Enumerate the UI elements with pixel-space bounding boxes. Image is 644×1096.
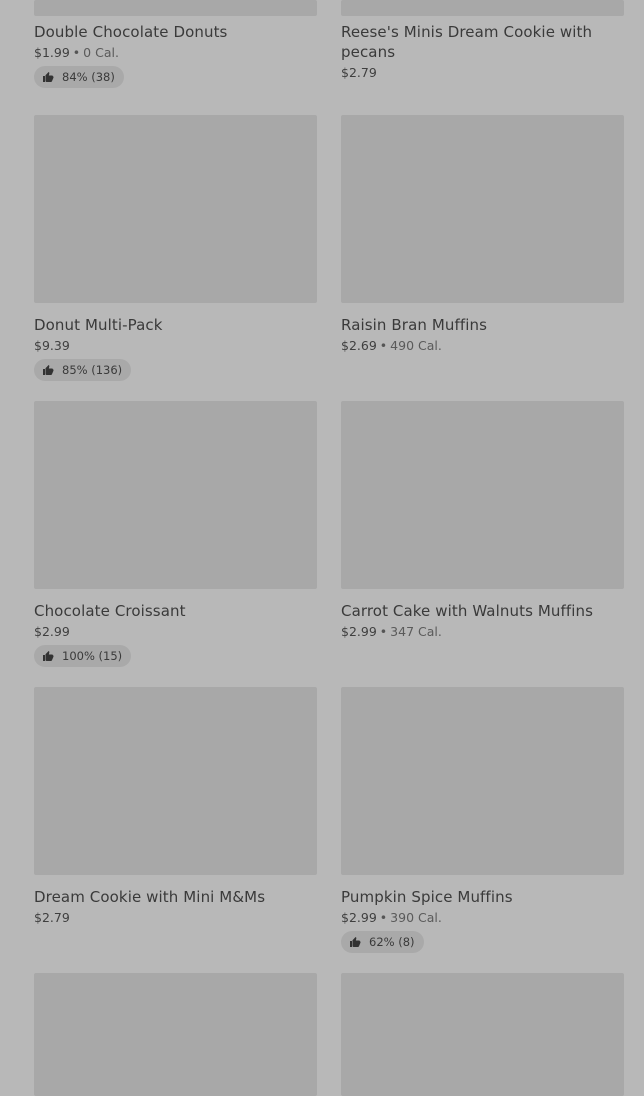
rating-badge: 85% (136) — [34, 359, 132, 381]
product-price: $2.79 — [341, 65, 377, 80]
product-price: $9.39 — [34, 338, 70, 353]
product-calories: 390 Cal. — [390, 910, 442, 925]
product-image[interactable] — [341, 401, 624, 589]
rating-badge: 100% (15) — [34, 645, 132, 667]
product-image[interactable] — [34, 401, 317, 589]
rating-badge: 84% (38) — [34, 66, 124, 88]
product-meta: $2.69 • 490 Cal. — [341, 337, 624, 355]
rating-text: 62% (8) — [369, 935, 415, 949]
product-image[interactable] — [341, 0, 624, 16]
thumbs-up-icon — [43, 365, 54, 375]
product-card[interactable]: Raisin Bran Muffins $2.69 • 490 Cal. — [341, 115, 624, 355]
product-price: $2.99 — [34, 624, 70, 639]
rating-text: 84% (38) — [62, 70, 115, 84]
product-name: Raisin Bran Muffins — [341, 316, 488, 334]
product-meta: $9.39 — [34, 337, 317, 355]
rating-text: 85% (136) — [62, 363, 123, 377]
thumbs-up-icon — [43, 72, 54, 82]
product-name: Carrot Cake with Walnuts Muffins — [341, 602, 594, 620]
product-name: Dream Cookie with Mini M&Ms — [34, 888, 266, 906]
rating-text: 100% (15) — [62, 649, 123, 663]
product-meta: $2.79 — [341, 64, 624, 82]
separator: • — [379, 910, 388, 925]
product-grid: Double Chocolate Donuts $1.99 • 0 Cal. 84%… — [0, 0, 644, 1096]
product-name: Chocolate Croissant — [34, 602, 186, 620]
separator: • — [379, 338, 388, 353]
thumbs-up-icon — [350, 937, 361, 947]
product-card[interactable]: Chocolate Croissant $2.99 100% (15) — [34, 401, 317, 667]
separator: • — [72, 45, 81, 60]
product-image[interactable] — [34, 115, 317, 303]
product-image[interactable] — [34, 973, 317, 1096]
product-image[interactable] — [341, 973, 624, 1096]
product-card[interactable] — [341, 973, 624, 1096]
product-card[interactable]: Dream Cookie with Mini M&Ms $2.79 — [34, 687, 317, 927]
product-name: Double Chocolate Donuts — [34, 23, 228, 41]
product-card[interactable]: Double Chocolate Donuts $1.99 • 0 Cal. 84%… — [34, 0, 317, 88]
rating-badge: 62% (8) — [341, 931, 424, 953]
product-price: $2.79 — [34, 910, 70, 925]
product-calories: 0 Cal. — [83, 45, 119, 60]
separator: • — [379, 624, 388, 639]
product-price: $1.99 — [34, 45, 70, 60]
product-meta: $2.79 — [34, 909, 317, 927]
product-meta: $2.99 • 390 Cal. — [341, 909, 624, 927]
product-card[interactable]: Donut Multi-Pack $9.39 85% (136) — [34, 115, 317, 381]
product-meta: $2.99 • 347 Cal. — [341, 623, 624, 641]
product-name: Donut Multi-Pack — [34, 316, 163, 334]
product-calories: 490 Cal. — [390, 338, 442, 353]
product-card[interactable] — [34, 973, 317, 1096]
product-price: $2.69 — [341, 338, 377, 353]
thumbs-up-icon — [43, 651, 54, 661]
product-card[interactable]: Reese's Minis Dream Cookie with pecans $… — [341, 0, 624, 82]
product-image[interactable] — [341, 687, 624, 875]
product-image[interactable] — [341, 115, 624, 303]
product-calories: 347 Cal. — [390, 624, 442, 639]
product-image[interactable] — [34, 687, 317, 875]
product-meta: $2.99 — [34, 623, 317, 641]
product-card[interactable]: Pumpkin Spice Muffins $2.99 • 390 Cal. 62%… — [341, 687, 624, 953]
product-price: $2.99 — [341, 624, 377, 639]
product-image[interactable] — [34, 0, 317, 16]
product-card[interactable]: Carrot Cake with Walnuts Muffins $2.99 • 3… — [341, 401, 624, 641]
product-name: Pumpkin Spice Muffins — [341, 888, 513, 906]
product-price: $2.99 — [341, 910, 377, 925]
product-name: Reese's Minis Dream Cookie with pecans — [341, 23, 593, 61]
product-meta: $1.99 • 0 Cal. — [34, 44, 317, 62]
